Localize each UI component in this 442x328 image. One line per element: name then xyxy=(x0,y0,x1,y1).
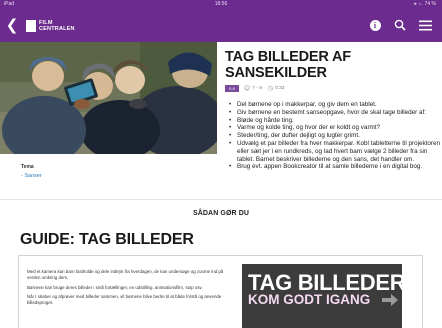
article-meta: 0-6 ☺ 7 - 9 ◷ 0:33 xyxy=(225,84,440,93)
clock-icon: ◷ xyxy=(267,85,274,92)
list-item: Varme og kolde ting, og hvor der er kold… xyxy=(225,124,440,132)
logo-text: FILM CENTRALEN xyxy=(39,19,75,32)
age-badge: 0-6 xyxy=(225,85,239,92)
search-icon xyxy=(394,19,406,31)
list-item: Bløde og hårde ting. xyxy=(225,117,440,125)
top-icons: i xyxy=(368,18,432,32)
duration-text: 0:33 xyxy=(275,86,285,91)
age-range-text: 7 - 9 xyxy=(252,86,262,91)
play-arrow-icon xyxy=(382,294,398,306)
guide-paragraph: Når I skaber og afprøver med billeder sa… xyxy=(27,294,222,306)
children-with-tablet-photo xyxy=(0,42,217,154)
status-bar: iPad 18:56 ▸ ∟ 74 % xyxy=(0,0,442,9)
status-time: 18:56 xyxy=(214,1,228,7)
instruction-list: Del børnene op i makkerpar, og giv dem e… xyxy=(225,101,440,171)
list-item: Giv børnene en bestemt sanseopgave, hvor… xyxy=(225,109,440,117)
video-subtitle: KOM GODT IGANG xyxy=(248,292,371,307)
duration: ◷ 0:33 xyxy=(268,85,285,92)
tema-section: Tema - Sanser xyxy=(0,154,217,196)
guide-paragraph: Børnene kan bruge deres billeder i små f… xyxy=(27,284,203,290)
filmcentralen-logo[interactable]: FILM CENTRALEN xyxy=(26,19,75,32)
article: TAG BILLEDER AF SANSEKILDER 0-6 ☺ 7 - 9 … xyxy=(225,42,440,171)
info-icon: i xyxy=(369,19,381,31)
back-icon[interactable]: ❮ xyxy=(4,16,20,34)
status-battery: ▸ ∟ 74 % xyxy=(414,1,436,7)
menu-button[interactable] xyxy=(418,18,432,32)
guide-paragraph: Med et kamera kan barn fastholde og dele… xyxy=(27,269,224,280)
guide-video-thumbnail[interactable]: TAG BILLEDER KOM GODT IGANG xyxy=(242,264,402,328)
tema-link-sanser[interactable]: - Sanser xyxy=(21,173,217,179)
guide-panel: Med et kamera kan barn fastholde og dele… xyxy=(18,255,423,328)
list-item: Del børnene op i makkerpar, og giv dem e… xyxy=(225,101,440,109)
app-bar: ❮ FILM CENTRALEN i xyxy=(0,9,442,42)
logo-mark xyxy=(26,19,36,32)
menu-icon xyxy=(418,20,432,30)
people-icon: ☺ xyxy=(244,85,251,92)
list-item: Steder/ting, der dufter dejligt og lugte… xyxy=(225,132,440,140)
section-divider xyxy=(0,199,442,200)
guide-text: Med et kamera kan barn fastholde og dele… xyxy=(27,269,227,310)
tema-label: Tema xyxy=(21,164,34,170)
search-button[interactable] xyxy=(393,18,407,32)
section-title: SÅDAN GØR DU xyxy=(192,210,250,217)
list-item: Brug evt. appen Bookcreator til at samle… xyxy=(225,163,440,171)
info-button[interactable]: i xyxy=(368,18,382,32)
guide-title: GUIDE: TAG BILLEDER xyxy=(20,231,194,248)
list-item: Udvælg et par billeder fra hver makkerpa… xyxy=(225,140,440,163)
age-range: ☺ 7 - 9 xyxy=(244,85,262,92)
page-title: TAG BILLEDER AF SANSEKILDER xyxy=(225,49,351,81)
hero-photo xyxy=(0,42,217,154)
